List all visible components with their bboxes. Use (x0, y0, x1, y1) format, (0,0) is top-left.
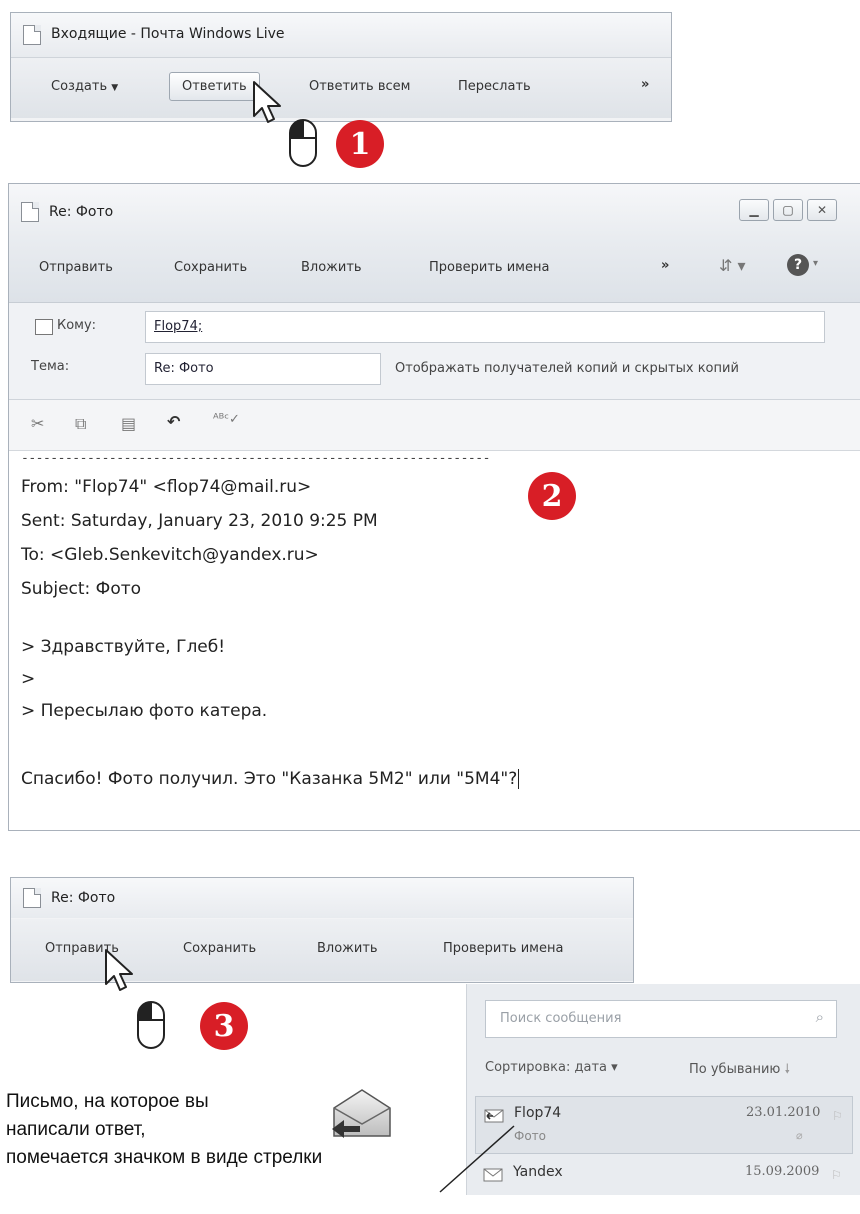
minimize-button[interactable]: ▁ (739, 199, 769, 221)
send-button[interactable]: Отправить (39, 260, 113, 275)
reply-text-line: Спасибо! Фото получил. Это "Казанка 5М2"… (21, 769, 525, 789)
show-cc-bcc-link[interactable]: Отображать получателей копий и скрытых к… (395, 361, 739, 376)
pointer-cursor-icon (252, 80, 288, 128)
quote-separator: ----------------------------------------… (21, 451, 490, 466)
attachment-icon: ⌀ (796, 1129, 803, 1142)
title-bar: Re: Фото ▁ ▢ ✕ (9, 184, 860, 238)
attach-button[interactable]: Вложить (317, 941, 378, 956)
toolbar: Создать ▼ Ответить Ответить всем Пересла… (11, 58, 671, 118)
paste-icon[interactable]: ▤ (121, 414, 136, 433)
window-title: Re: Фото (51, 890, 116, 906)
forward-button[interactable]: Переслать (458, 79, 531, 94)
step-badge-1: 1 (336, 120, 384, 168)
compose-toolbar: Отправить Сохранить Вложить Проверить им… (9, 238, 860, 303)
caption-line: Письмо, на которое вы (6, 1091, 209, 1112)
mouse-left-click-icon (288, 118, 318, 168)
reply-compose-window: Re: Фото ▁ ▢ ✕ Отправить Сохранить Вложи… (8, 183, 860, 831)
search-icon[interactable]: ⌕ (816, 1008, 824, 1026)
title-bar: Re: Фото (11, 878, 633, 918)
more-commands-button[interactable]: » (641, 77, 649, 92)
to-label: Кому: (57, 318, 97, 333)
message-row[interactable]: Flop74 Фото 23.01.2010 ⌀ ⚐ (475, 1096, 853, 1154)
new-message-icon (23, 888, 41, 908)
caption-line: написали ответ, (6, 1119, 146, 1140)
spell-check-icon[interactable]: ᴬᴮᶜ✓ (213, 412, 240, 427)
reply-all-button[interactable]: Ответить всем (309, 79, 410, 94)
create-button[interactable]: Создать ▼ (51, 79, 118, 94)
save-button[interactable]: Сохранить (183, 941, 256, 956)
quoted-from-line: From: "Flop74" <flop74@mail.ru> (21, 477, 312, 497)
undo-icon[interactable]: ↶ (167, 412, 180, 431)
caption-line: помечается значком в виде стрелки (6, 1147, 323, 1168)
address-book-icon[interactable] (35, 319, 53, 335)
mail-main-window: Входящие - Почта Windows Live Создать ▼ … (10, 12, 672, 122)
window-title: Входящие - Почта Windows Live (51, 26, 285, 42)
arrow-down-icon: 🠗 (784, 1062, 791, 1077)
save-button[interactable]: Сохранить (174, 260, 247, 275)
mouse-left-click-icon (136, 1000, 166, 1050)
sort-by-date-button[interactable]: Сортировка: дата ▾ (485, 1060, 618, 1075)
message-row[interactable]: Yandex 15.09.2009 ⚐ (475, 1156, 853, 1214)
more-commands-button[interactable]: » (661, 258, 669, 273)
attach-button[interactable]: Вложить (301, 260, 362, 275)
reply-button[interactable]: Ответить (169, 72, 260, 101)
check-names-button[interactable]: Проверить имена (443, 941, 563, 956)
sort-order-button[interactable]: По убыванию 🠗 (689, 1060, 790, 1082)
pointer-cursor-icon (104, 948, 140, 996)
mail-app-icon (23, 25, 41, 45)
check-names-button[interactable]: Проверить имена (429, 260, 549, 275)
cut-icon[interactable]: ✂ (31, 414, 44, 433)
message-body[interactable]: ----------------------------------------… (9, 451, 860, 830)
recipient-chip[interactable]: Flop74; (154, 319, 202, 334)
caption-text: Письмо, на которое вы написали ответ, по… (6, 1088, 322, 1172)
close-button[interactable]: ✕ (807, 199, 837, 221)
message-header: Кому: Flop74; Тема: Re: Фото Отображать … (9, 303, 860, 400)
quoted-text-line: > Здравствуйте, Глеб! (21, 637, 226, 657)
chevron-down-icon: ▼ (111, 83, 119, 93)
help-dropdown-icon[interactable]: ▾ (813, 258, 818, 269)
help-icon[interactable]: ? (787, 254, 809, 276)
quoted-to-line: To: <Gleb.Senkevitch@yandex.ru> (21, 545, 319, 565)
step-badge-2: 2 (528, 472, 576, 520)
search-placeholder: Поиск сообщения (500, 1011, 622, 1026)
window-title: Re: Фото (49, 204, 114, 220)
quoted-subject-line: Subject: Фото (21, 579, 142, 599)
maximize-button[interactable]: ▢ (773, 199, 803, 221)
new-message-icon (21, 202, 39, 222)
format-toolbar: ✂ ⧉ ▤ ↶ ᴬᴮᶜ✓ (9, 400, 860, 451)
flag-icon[interactable]: ⚐ (831, 1168, 842, 1182)
to-field[interactable]: Flop74; (145, 311, 825, 343)
replied-envelope-large-icon (330, 1086, 394, 1144)
subject-field[interactable]: Re: Фото (145, 353, 381, 385)
subject-value: Re: Фото (154, 361, 214, 376)
text-caret (518, 769, 525, 789)
quoted-sent-line: Sent: Saturday, January 23, 2010 9:25 PM (21, 511, 378, 531)
message-sender: Flop74 (514, 1105, 562, 1121)
search-input[interactable]: Поиск сообщения ⌕ (485, 1000, 837, 1038)
priority-menu-icon[interactable]: ⇵ ▾ (719, 256, 746, 275)
callout-leader-line (439, 1125, 515, 1193)
subject-label: Тема: (31, 359, 70, 374)
message-date: 15.09.2009 (745, 1164, 820, 1179)
message-date: 23.01.2010 (746, 1105, 821, 1120)
quoted-text-line: > (21, 669, 36, 689)
step-badge-3: 3 (200, 1002, 248, 1050)
quoted-text-line: > Пересылаю фото катера. (21, 701, 268, 721)
title-bar: Входящие - Почта Windows Live (11, 13, 671, 58)
copy-icon[interactable]: ⧉ (75, 414, 86, 434)
flag-icon[interactable]: ⚐ (832, 1109, 843, 1123)
